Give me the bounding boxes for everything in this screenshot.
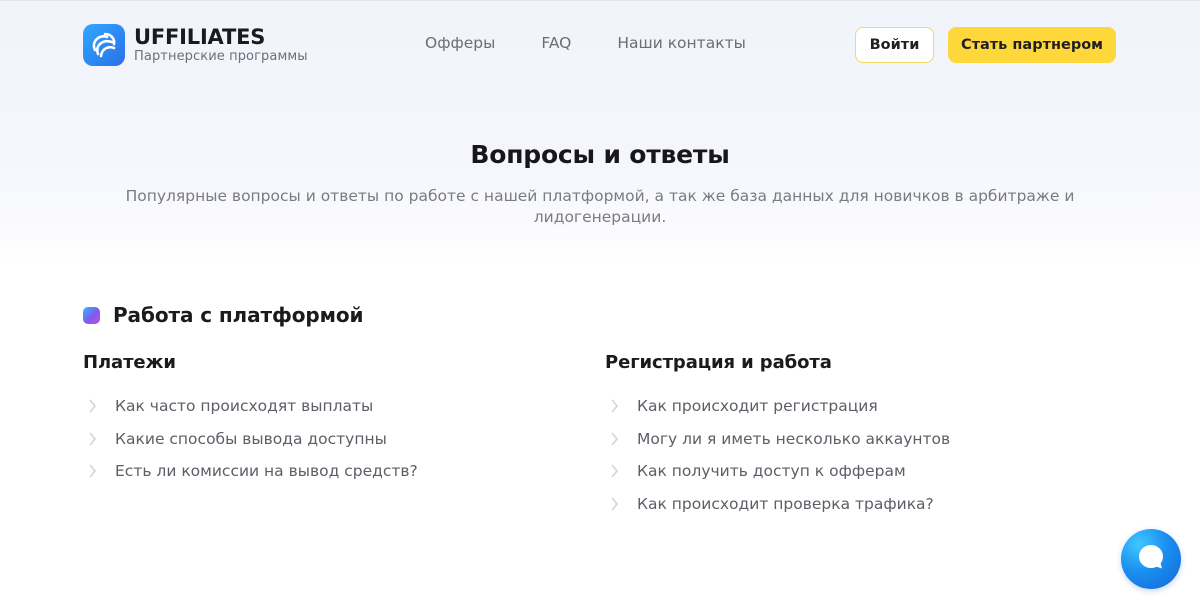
question-item[interactable]: Как происходит регистрация xyxy=(605,390,950,423)
question-item[interactable]: Какие способы вывода доступны xyxy=(83,423,418,456)
section-title: Работа с платформой xyxy=(113,303,364,327)
main-nav: Офферы FAQ Наши контакты xyxy=(425,34,792,52)
question-text: Как получить доступ к офферам xyxy=(637,462,906,481)
chevron-right-icon xyxy=(611,430,625,448)
page-title: Вопросы и ответы xyxy=(470,140,730,169)
faq-column-payments: Платежи Как часто происходят выплаты Как… xyxy=(83,352,418,488)
faq-column-registration: Регистрация и работа Как происходит реги… xyxy=(605,352,950,520)
chevron-right-icon xyxy=(89,397,103,415)
section-marker-icon xyxy=(83,306,100,324)
logo-subtitle: Партнерские программы xyxy=(134,49,308,64)
chat-bubble-icon xyxy=(1136,542,1166,576)
section-header: Работа с платформой xyxy=(83,303,363,327)
chevron-right-icon xyxy=(89,462,103,480)
question-text: Могу ли я иметь несколько аккаунтов xyxy=(637,429,951,448)
question-text: Какие способы вывода доступны xyxy=(115,429,387,448)
question-item[interactable]: Как происходит проверка трафика? xyxy=(605,488,950,521)
question-item[interactable]: Как часто происходят выплаты xyxy=(83,390,418,423)
logo-title: UFFILIATES xyxy=(134,25,266,49)
chevron-right-icon xyxy=(611,397,625,415)
site-header: UFFILIATES Партнерские программы Офферы … xyxy=(0,1,1200,87)
faq-page: UFFILIATES Партнерские программы Офферы … xyxy=(0,0,1200,606)
question-list: Как часто происходят выплаты Какие спосо… xyxy=(83,390,418,488)
login-button[interactable]: Войти xyxy=(855,27,934,63)
question-text: Как происходит проверка трафика? xyxy=(637,494,934,513)
question-item[interactable]: Как получить доступ к офферам xyxy=(605,455,950,488)
question-list: Как происходит регистрация Могу ли я име… xyxy=(605,390,950,520)
page-subtitle: Популярные вопросы и ответы по работе с … xyxy=(125,187,1075,226)
chevron-right-icon xyxy=(611,495,625,513)
chevron-right-icon xyxy=(89,430,103,448)
nav-link-faq[interactable]: FAQ xyxy=(541,34,571,52)
chevron-right-icon xyxy=(611,462,625,480)
question-item[interactable]: Могу ли я иметь несколько аккаунтов xyxy=(605,423,950,456)
chat-widget-button[interactable] xyxy=(1121,529,1181,589)
question-text: Есть ли комиссии на вывод средств? xyxy=(115,462,418,481)
question-item[interactable]: Есть ли комиссии на вывод средств? xyxy=(83,455,418,488)
nav-link-offers[interactable]: Офферы xyxy=(425,34,495,52)
column-title: Регистрация и работа xyxy=(605,352,832,373)
column-title: Платежи xyxy=(83,352,176,373)
question-text: Как часто происходят выплаты xyxy=(115,397,374,416)
logo-link[interactable]: UFFILIATES Партнерские программы xyxy=(83,23,308,67)
question-text: Как происходит регистрация xyxy=(637,397,878,416)
logo-icon xyxy=(83,24,125,66)
logo-text: UFFILIATES Партнерские программы xyxy=(134,26,308,64)
become-partner-button[interactable]: Стать партнером xyxy=(948,27,1116,63)
nav-link-contacts[interactable]: Наши контакты xyxy=(617,34,745,52)
